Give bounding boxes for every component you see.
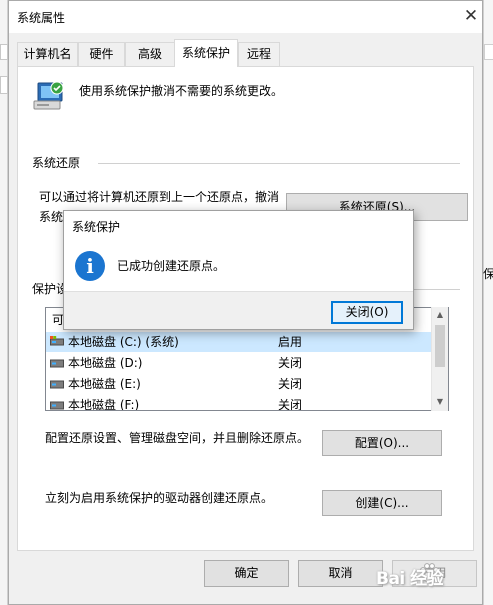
dialog-close-button[interactable]: 关闭(O) <box>331 301 403 324</box>
drive-icon <box>50 380 64 389</box>
scroll-thumb[interactable] <box>435 325 445 367</box>
restore-description: 可以通过将计算机还原到上一个还原点，撤消 <box>39 190 280 204</box>
create-description: 立刻为启用系统保护的驱动器创建还原点。 <box>45 491 274 505</box>
restore-group-title: 系统还原 <box>32 156 81 170</box>
cancel-button[interactable]: 取消 <box>298 560 383 587</box>
table-row[interactable]: 本地磁盘 (E:) 关闭 <box>46 374 432 394</box>
watermark-text: Bai 经验 <box>376 569 444 589</box>
drive-name: 本地磁盘 (D:) <box>68 356 143 370</box>
dialog-title: 系统保护 <box>72 220 121 234</box>
background-window-right: 保 <box>483 0 493 605</box>
drive-status: 启用 <box>278 335 303 349</box>
background-text-fragment: 保 <box>483 267 493 281</box>
drive-icon <box>50 359 64 368</box>
configure-button[interactable]: 配置(O)... <box>322 430 442 456</box>
configure-description: 配置还原设置、管理磁盘空间，并且删除还原点。 <box>45 431 310 445</box>
tab-remote[interactable]: 远程 <box>238 42 280 66</box>
info-icon: i <box>75 251 105 281</box>
table-row[interactable]: 本地磁盘 (F:) 关闭 <box>46 395 432 411</box>
close-icon[interactable]: ✕ <box>459 5 483 27</box>
system-protection-dialog: 系统保护 i 已成功创建还原点。 关闭(O) <box>63 210 414 330</box>
tab-hardware[interactable]: 硬件 <box>78 42 125 66</box>
drive-icon <box>50 401 64 410</box>
drive-name: 本地磁盘 (F:) <box>68 398 140 411</box>
restore-description-continued: 系统 <box>39 210 64 224</box>
system-protection-icon <box>33 81 64 110</box>
background-window-left <box>0 0 8 605</box>
background-field-fragment <box>0 76 8 94</box>
background-tab-fragment <box>0 44 8 60</box>
create-button[interactable]: 创建(C)... <box>322 490 442 516</box>
scroll-down-icon[interactable]: ▼ <box>432 394 448 410</box>
drive-name: 本地磁盘 (C:) (系统) <box>68 335 179 349</box>
table-row[interactable]: 本地磁盘 (D:) 关闭 <box>46 353 432 373</box>
table-row[interactable]: 本地磁盘 (C:) (系统) 启用 <box>46 332 432 352</box>
drive-status: 关闭 <box>278 398 303 411</box>
baidu-watermark: Bai 经验 <box>372 556 484 594</box>
tab-advanced[interactable]: 高级 <box>125 42 175 66</box>
title-bar[interactable]: 系统属性 ✕ <box>9 1 482 33</box>
intro-text: 使用系统保护撤消不需要的系统更改。 <box>79 84 284 98</box>
restore-group-separator <box>98 163 460 164</box>
system-drive-icon <box>50 336 64 346</box>
scroll-up-icon[interactable]: ▲ <box>432 307 448 323</box>
dialog-message: 已成功创建还原点。 <box>117 259 226 273</box>
window-title: 系统属性 <box>17 11 66 25</box>
drive-status: 关闭 <box>278 377 303 391</box>
tab-system-protection[interactable]: 系统保护 <box>174 39 238 67</box>
background-tab-fragment <box>484 44 493 60</box>
ok-button[interactable]: 确定 <box>204 560 289 587</box>
tab-computer-name[interactable]: 计算机名 <box>17 42 78 66</box>
drive-status: 关闭 <box>278 356 303 370</box>
drive-name: 本地磁盘 (E:) <box>68 377 141 391</box>
drive-list-scrollbar[interactable]: ▲ ▼ <box>431 307 448 411</box>
